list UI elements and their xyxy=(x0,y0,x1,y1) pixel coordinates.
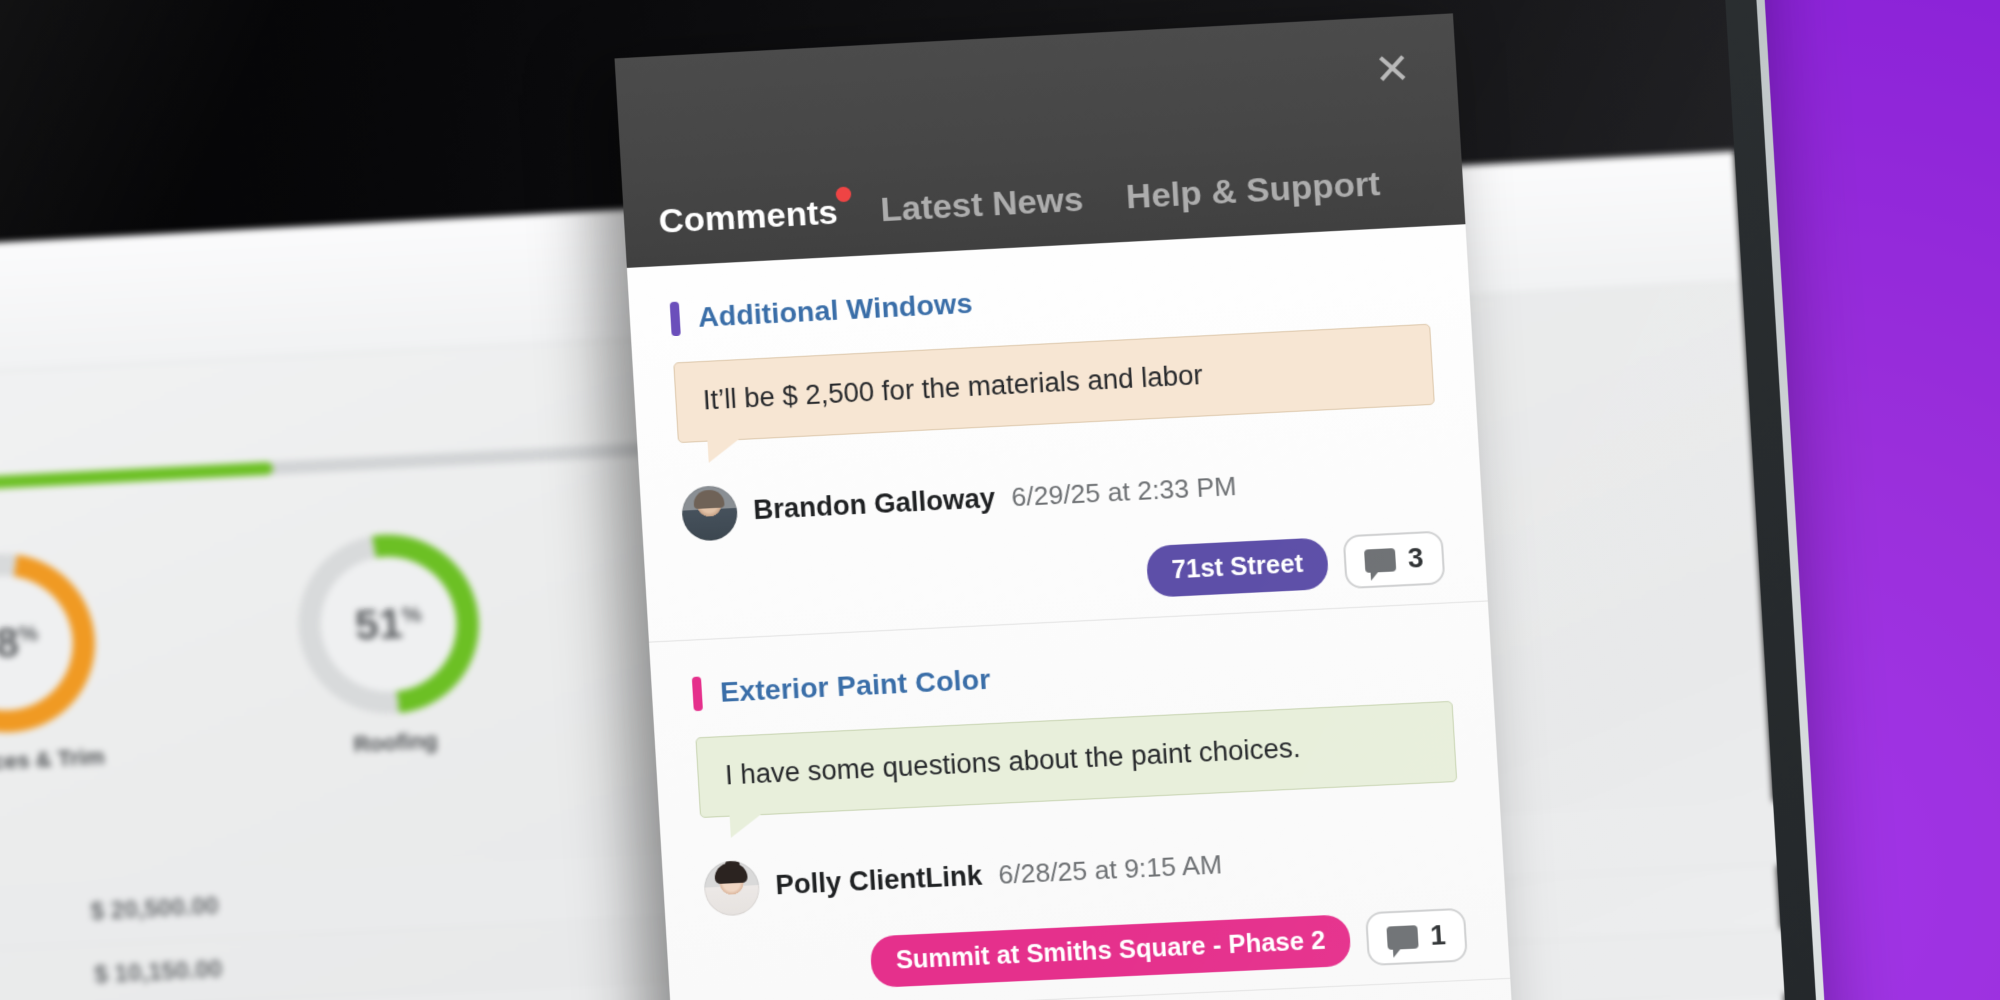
comment-count: 1 xyxy=(1429,919,1447,951)
table-cell: $ 10,650.00 xyxy=(0,902,27,942)
comment-thread[interactable]: Exterior Paint Color I have some questio… xyxy=(648,601,1511,1000)
thread-title-row: Exterior Paint Color xyxy=(691,640,1451,711)
donut-chart-roofing: 51% xyxy=(293,530,484,719)
tab-help-support[interactable]: Help & Support xyxy=(1125,165,1381,222)
comment-count-pill[interactable]: 3 xyxy=(1342,530,1446,589)
device-screen: Chart View Remaining Budget 0% xyxy=(0,0,1795,1000)
tab-latest-news-label: Latest News xyxy=(879,180,1085,230)
laptop-device: Chart View Remaining Budget 0% xyxy=(0,0,1837,1000)
table-cell: $ 7,200.00 xyxy=(0,965,31,1000)
budget-progress-fill xyxy=(0,461,274,511)
close-icon[interactable]: ✕ xyxy=(1366,44,1418,95)
table-cell: $ 20,500.00 xyxy=(89,892,220,926)
comment-author: Polly ClientLink xyxy=(774,860,983,901)
thread-title[interactable]: Exterior Paint Color xyxy=(719,663,991,708)
tab-latest-news[interactable]: Latest News xyxy=(879,180,1084,234)
donut-unit: % xyxy=(17,620,39,647)
tab-help-support-label: Help & Support xyxy=(1125,164,1382,217)
comment-count-pill[interactable]: 1 xyxy=(1364,907,1468,966)
project-tag[interactable]: Summit at Smiths Square - Phase 2 xyxy=(869,913,1352,988)
comment-message: It’ll be $ 2,500 for the materials and l… xyxy=(702,359,1204,416)
comments-panel: ✕ Comments Latest News Help & Support Ad… xyxy=(614,13,1528,1000)
project-tag[interactable]: 71st Street xyxy=(1145,537,1330,598)
thread-accent-bar xyxy=(691,676,703,711)
table-cell: $ 10,150.00 xyxy=(93,955,224,989)
avatar xyxy=(702,859,761,917)
tab-comments[interactable]: Comments xyxy=(657,186,852,246)
donut-value: 51% xyxy=(297,596,480,653)
device-bezel: Chart View Remaining Budget 0% xyxy=(0,0,1837,1000)
donut-number: 51 xyxy=(353,599,404,649)
screenshot-stage: Chart View Remaining Budget 0% xyxy=(0,0,2000,1000)
comment-bubble: It’ll be $ 2,500 for the materials and l… xyxy=(673,323,1435,443)
thread-title[interactable]: Additional Windows xyxy=(697,287,973,333)
donut-cell: 51% Roofing xyxy=(267,529,513,762)
donut-chart-fireplaces: 68% xyxy=(0,549,101,737)
panel-body[interactable]: Additional Windows It’ll be $ 2,500 for … xyxy=(626,224,1528,1000)
avatar xyxy=(680,484,739,542)
comment-author: Brandon Galloway xyxy=(752,483,997,526)
donut-value: 68% xyxy=(0,615,96,672)
device-bezel-inner: Chart View Remaining Budget 0% xyxy=(0,0,1828,1000)
comment-tag-row: 71st Street 3 xyxy=(685,530,1446,621)
budget-progress-track xyxy=(0,438,740,511)
comment-thread[interactable]: Additional Windows It’ll be $ 2,500 for … xyxy=(626,224,1488,643)
comment-meta: Polly ClientLink 6/28/25 at 9:15 AM xyxy=(702,826,1463,917)
comment-meta: Brandon Galloway 6/29/25 at 2:33 PM xyxy=(680,449,1441,542)
comment-timestamp: 6/28/25 at 9:15 AM xyxy=(997,849,1223,890)
panel-header: ✕ Comments Latest News Help & Support xyxy=(614,13,1466,268)
comment-bubble-icon xyxy=(1364,547,1397,573)
comment-tag-row: Summit at Smiths Square - Phase 2 1 xyxy=(707,907,1468,996)
donut-caption: Fireplaces & Trim xyxy=(0,743,106,778)
comment-timestamp: 6/29/25 at 2:33 PM xyxy=(1010,470,1238,513)
thread-accent-bar xyxy=(669,301,681,337)
comment-message: I have some questions about the paint ch… xyxy=(724,732,1302,791)
donut-cell: 68% Fireplaces & Trim xyxy=(0,548,129,780)
donut-chart-row: 0% HVAC Systems 68% xyxy=(0,529,513,799)
unread-badge-dot xyxy=(835,186,852,203)
comment-bubble-icon xyxy=(1386,924,1419,950)
thread-title-row: Additional Windows xyxy=(669,263,1429,337)
donut-caption: Roofing xyxy=(352,727,439,757)
tab-comments-label: Comments xyxy=(657,193,839,241)
comment-count: 3 xyxy=(1406,542,1425,574)
comment-bubble: I have some questions about the paint ch… xyxy=(695,700,1458,818)
donut-unit: % xyxy=(401,601,423,628)
